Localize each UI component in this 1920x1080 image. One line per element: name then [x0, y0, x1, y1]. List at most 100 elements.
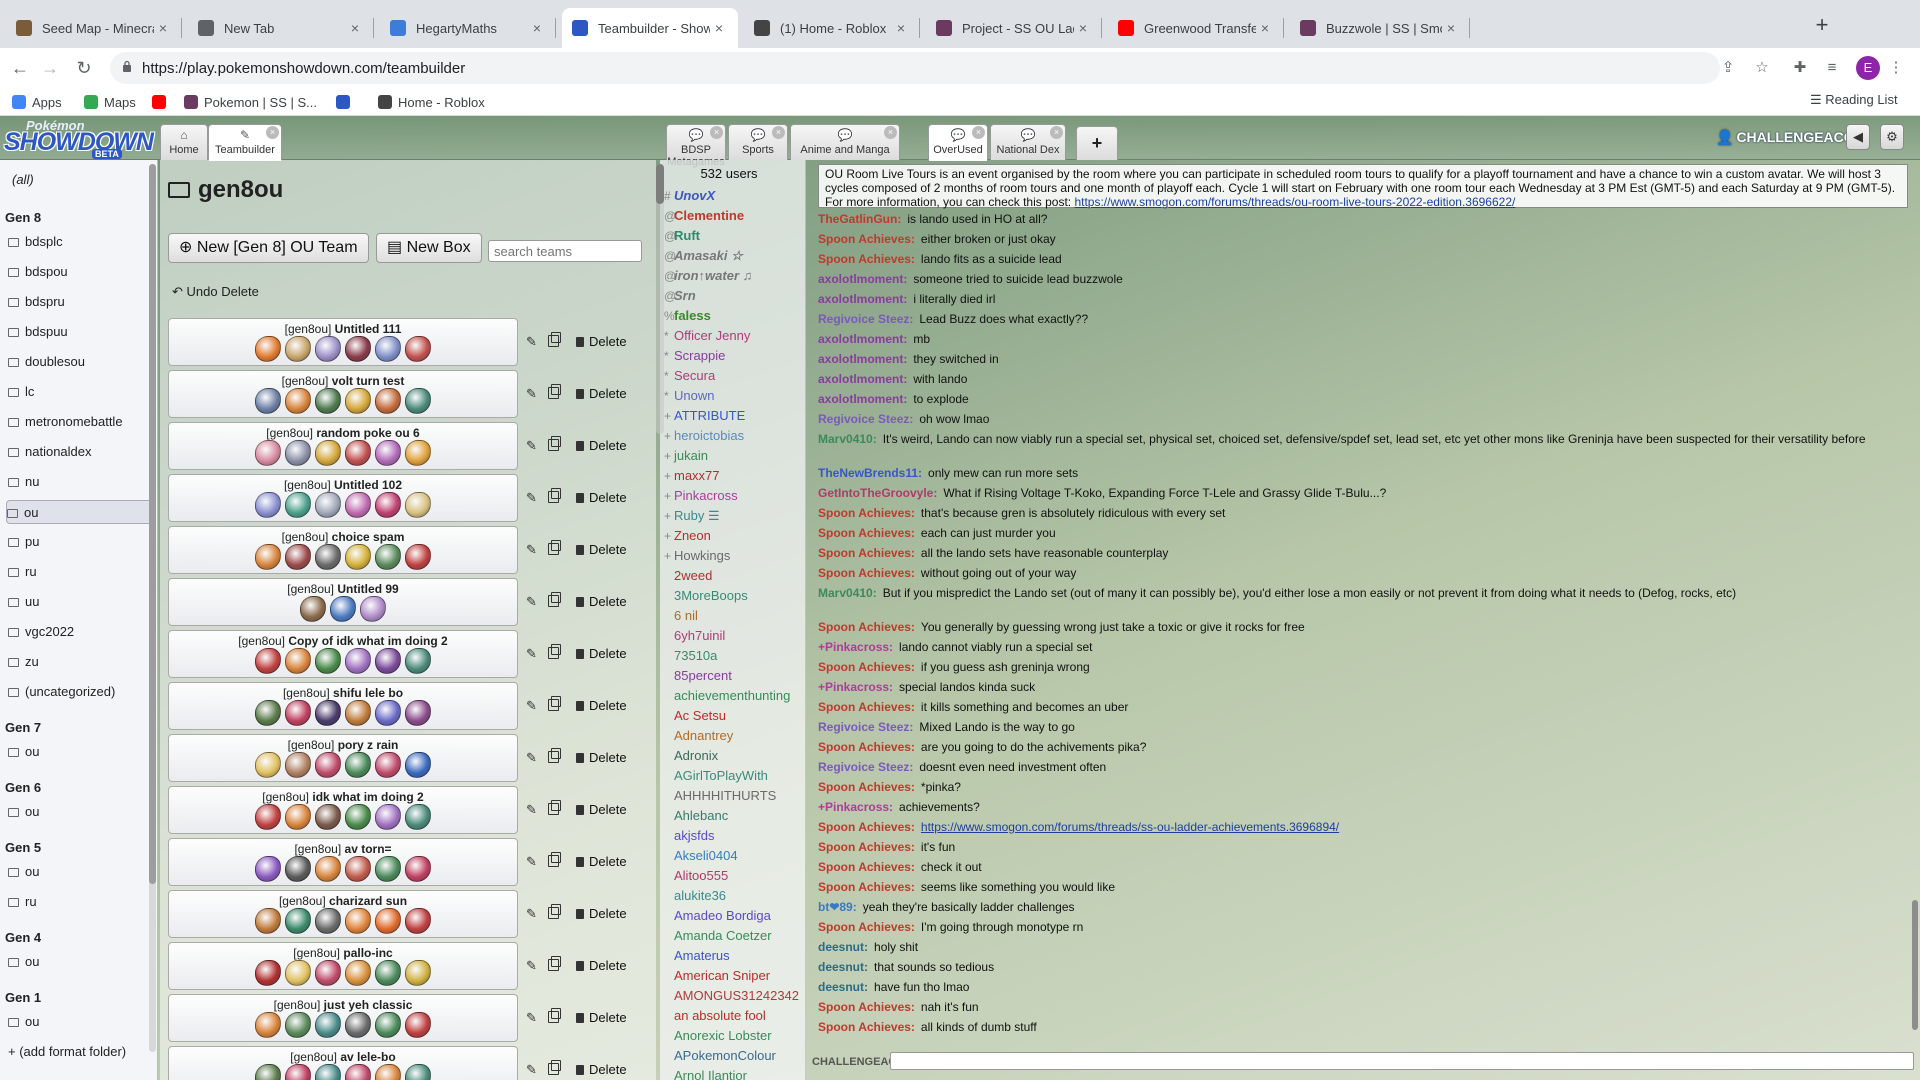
chat-username[interactable]: Regivoice Steez:: [818, 312, 913, 326]
user-list-item[interactable]: 6 nil: [664, 606, 800, 626]
format-folder[interactable]: lc: [8, 380, 146, 404]
team-card[interactable]: [gen8ou] charizard sun: [168, 890, 518, 938]
bookmark-item[interactable]: Pokemon | SS | S...: [184, 92, 317, 112]
team-card[interactable]: [gen8ou] Untitled 111: [168, 318, 518, 366]
extensions-puzzle-icon[interactable]: ✚: [1790, 58, 1810, 78]
bookmark-item[interactable]: [336, 92, 356, 112]
format-folder[interactable]: pu: [8, 530, 146, 554]
team-card[interactable]: [gen8ou] pory z rain: [168, 734, 518, 782]
user-list-item[interactable]: + Pinkacross: [664, 486, 800, 506]
browser-tab[interactable]: New Tab ×: [188, 8, 374, 48]
room-tab[interactable]: 💬BDSP Metagames×: [666, 124, 726, 168]
room-tab[interactable]: ⌂ Home: [160, 124, 208, 160]
user-list-item[interactable]: APokemonColour: [664, 1046, 800, 1066]
format-folder[interactable]: nationaldex: [8, 440, 146, 464]
close-icon[interactable]: ×: [1256, 20, 1274, 36]
duplicate-icon[interactable]: [548, 956, 561, 971]
format-folder[interactable]: ou: [8, 860, 146, 884]
duplicate-icon[interactable]: [548, 748, 561, 763]
duplicate-icon[interactable]: [548, 904, 561, 919]
bookmark-item[interactable]: [152, 92, 172, 112]
close-icon[interactable]: ×: [710, 126, 723, 139]
format-folder[interactable]: + (add format folder): [8, 1040, 146, 1064]
user-list-item[interactable]: Amadeo Bordiga: [664, 906, 800, 926]
pencil-icon[interactable]: ✎: [526, 698, 537, 714]
chat-username[interactable]: Spoon Achieves:: [818, 820, 915, 834]
chat-username[interactable]: Spoon Achieves:: [818, 546, 915, 560]
chat-username[interactable]: Spoon Achieves:: [818, 700, 915, 714]
username[interactable]: 👤 CHALLENGEACC: [1716, 129, 1854, 146]
user-list-item[interactable]: Arnol Ilantior: [664, 1066, 800, 1080]
bookmark-item[interactable]: Home - Roblox: [378, 92, 485, 112]
media-controls-icon[interactable]: ≡: [1822, 58, 1842, 78]
chat-username[interactable]: Spoon Achieves:: [818, 660, 915, 674]
chat-username[interactable]: Regivoice Steez:: [818, 760, 913, 774]
format-folder[interactable]: bdsplc: [8, 230, 146, 254]
chat-username[interactable]: +Pinkacross:: [818, 640, 893, 654]
chat-username[interactable]: Spoon Achieves:: [818, 620, 915, 634]
user-list-item[interactable]: akjsfds: [664, 826, 800, 846]
delete-button[interactable]: Delete: [576, 698, 627, 713]
user-list-item[interactable]: American Sniper: [664, 966, 800, 986]
format-folder[interactable]: bdspou: [8, 260, 146, 284]
share-icon[interactable]: ⇪: [1718, 58, 1738, 78]
reload-icon[interactable]: ↻: [72, 56, 96, 80]
folder-scrollbar-thumb[interactable]: [149, 164, 156, 884]
user-list-item[interactable]: * Secura: [664, 366, 800, 386]
delete-button[interactable]: Delete: [576, 802, 627, 817]
duplicate-icon[interactable]: [548, 488, 561, 503]
user-list-item[interactable]: 2weed: [664, 566, 800, 586]
user-list-item[interactable]: Ac Setsu: [664, 706, 800, 726]
chat-username[interactable]: Spoon Achieves:: [818, 880, 915, 894]
bookmark-item[interactable]: Apps: [12, 92, 62, 112]
search-teams-input[interactable]: [488, 240, 642, 262]
duplicate-icon[interactable]: [548, 696, 561, 711]
address-bar[interactable]: https://play.pokemonshowdown.com/teambui…: [110, 52, 1720, 84]
user-list-scrollbar-thumb[interactable]: [656, 164, 664, 204]
delete-button[interactable]: Delete: [576, 1062, 627, 1077]
user-list-item[interactable]: AHHHHITHURTS: [664, 786, 800, 806]
format-folder[interactable]: ru: [8, 890, 146, 914]
chat-log-scrollbar[interactable]: [1912, 900, 1918, 1030]
chat-username[interactable]: deesnut:: [818, 960, 868, 974]
chat-username[interactable]: Spoon Achieves:: [818, 1020, 915, 1034]
close-icon[interactable]: ×: [892, 20, 910, 36]
duplicate-icon[interactable]: [548, 332, 561, 347]
team-card[interactable]: [gen8ou] av lele-bo: [168, 1046, 518, 1080]
pencil-icon[interactable]: ✎: [526, 750, 537, 766]
chat-username[interactable]: +Pinkacross:: [818, 680, 893, 694]
user-list-item[interactable]: + jukain: [664, 446, 800, 466]
delete-button[interactable]: Delete: [576, 594, 627, 609]
chat-username[interactable]: Spoon Achieves:: [818, 740, 915, 754]
new-team-button[interactable]: ⊕ New [Gen 8] OU Team: [168, 233, 369, 263]
format-folder[interactable]: ou: [8, 1010, 146, 1034]
duplicate-icon[interactable]: [548, 1060, 561, 1075]
showdown-logo[interactable]: Pokémon SHOWDOWN BETA: [4, 118, 154, 159]
user-list-item[interactable]: achievementhunting: [664, 686, 800, 706]
user-list-item[interactable]: Anorexic Lobster: [664, 1026, 800, 1046]
chat-username[interactable]: axolotlmoment:: [818, 352, 907, 366]
chat-username[interactable]: axolotlmoment:: [818, 332, 907, 346]
chat-username[interactable]: Spoon Achieves:: [818, 840, 915, 854]
chat-username[interactable]: Spoon Achieves:: [818, 1000, 915, 1014]
user-list-item[interactable]: Ahlebanc: [664, 806, 800, 826]
chat-username[interactable]: axolotlmoment:: [818, 372, 907, 386]
format-folder[interactable]: ru: [8, 560, 146, 584]
user-list-item[interactable]: an absolute fool: [664, 1006, 800, 1026]
user-list-item[interactable]: 85percent: [664, 666, 800, 686]
profile-avatar[interactable]: E: [1856, 56, 1880, 80]
user-list-item[interactable]: * Officer Jenny: [664, 326, 800, 346]
chat-username[interactable]: TheGatlinGun:: [818, 212, 901, 226]
chat-username[interactable]: +Pinkacross:: [818, 800, 893, 814]
user-list-item[interactable]: %faless: [664, 306, 800, 326]
user-list-item[interactable]: + maxx77: [664, 466, 800, 486]
chat-username[interactable]: deesnut:: [818, 980, 868, 994]
delete-button[interactable]: Delete: [576, 1010, 627, 1025]
close-icon[interactable]: ×: [884, 126, 897, 139]
room-tab[interactable]: 💬 Anime and Manga ×: [790, 124, 900, 160]
team-card[interactable]: [gen8ou] shifu lele bo: [168, 682, 518, 730]
chat-username[interactable]: bt❤89:: [818, 900, 857, 914]
delete-button[interactable]: Delete: [576, 750, 627, 765]
close-icon[interactable]: ×: [772, 126, 785, 139]
delete-button[interactable]: Delete: [576, 490, 627, 505]
